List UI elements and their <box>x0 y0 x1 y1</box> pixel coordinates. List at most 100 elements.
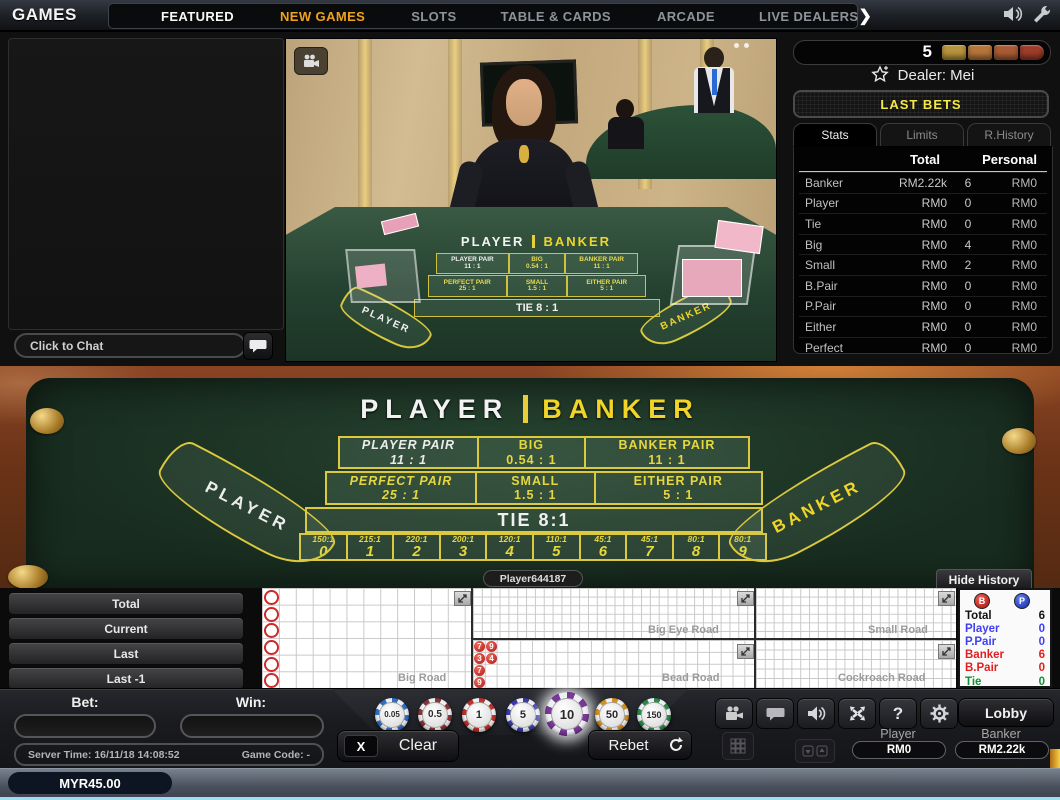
expand-big-road-icon[interactable] <box>454 591 471 606</box>
chip-0.05[interactable]: 0.05 <box>375 698 409 732</box>
player-title: PLAYER <box>360 394 509 425</box>
nav-more-chevron-icon[interactable]: ❯ <box>858 6 871 26</box>
decor-glow <box>1050 749 1060 769</box>
tab-rhistory[interactable]: R.History <box>967 123 1051 146</box>
big-eye-road-label: Big Eye Road <box>648 624 719 636</box>
road-view-current[interactable]: Current <box>8 617 244 640</box>
bet-spot-tie-5[interactable]: 110:15 <box>532 533 581 561</box>
bead-road-mark: 3 <box>474 653 485 664</box>
road-view-last-1[interactable]: Last -1 <box>8 667 244 690</box>
nav-item-new-games[interactable]: NEW GAMES <box>280 9 365 24</box>
help-button[interactable]: ? <box>879 698 917 729</box>
chip-0.5[interactable]: 0.5 <box>418 698 452 732</box>
last-bets-button[interactable]: LAST BETS <box>793 90 1049 118</box>
big-road-mark <box>264 590 279 605</box>
settings-wrench-icon[interactable] <box>1031 4 1051 29</box>
timer-segment <box>942 45 966 60</box>
bet-spot-either-pair[interactable]: EITHER PAIR 5 : 1 <box>594 471 763 505</box>
bet-spot-tie-4[interactable]: 120:14 <box>485 533 534 561</box>
volume-icon[interactable] <box>1002 5 1024 28</box>
video-toggle-button[interactable] <box>715 698 753 729</box>
bet-spot-tie-2[interactable]: 220:12 <box>392 533 441 561</box>
win-label: Win: <box>196 694 306 710</box>
stats-panel: Total Personal BankerRM2.22k6RM0 PlayerR… <box>793 146 1053 354</box>
clear-button[interactable]: X Clear <box>337 730 459 762</box>
bet-spot-player-pair[interactable]: PLAYER PAIR 11 : 1 <box>338 436 479 469</box>
nav-item-arcade[interactable]: ARCADE <box>657 9 715 24</box>
stats-row: B.PairRM00RM0 <box>799 275 1047 296</box>
chip-1[interactable]: 1 <box>462 698 496 732</box>
player-tag: Player644187 <box>483 570 583 587</box>
game-code: Game Code: - <box>242 749 310 761</box>
summary-row: Banker6 <box>960 649 1050 662</box>
favorite-star-icon[interactable] <box>870 65 890 85</box>
chat-bubble-icon <box>249 339 267 353</box>
expand-small-road-icon[interactable] <box>938 591 955 606</box>
small-road-label: Small Road <box>868 624 928 636</box>
tab-limits[interactable]: Limits <box>880 123 964 146</box>
bet-spot-tie-6[interactable]: 45:16 <box>579 533 628 561</box>
right-tabs: Stats Limits R.History <box>793 123 1051 146</box>
bet-spot-tie-1[interactable]: 215:11 <box>346 533 395 561</box>
nav-item-featured[interactable]: FEATURED <box>161 9 234 24</box>
tab-stats[interactable]: Stats <box>793 123 877 146</box>
bet-spot-small[interactable]: SMALL 1.5 : 1 <box>475 471 596 505</box>
nav-item-live-dealers[interactable]: LIVE DEALERS <box>759 9 858 24</box>
chip-150[interactable]: 150 <box>637 698 671 732</box>
chip-5[interactable]: 5 <box>506 698 540 732</box>
sound-button[interactable] <box>797 698 835 729</box>
roadmap-strip: Total Current Last Last -1 7 9 3 4 7 9 B… <box>0 588 1060 688</box>
expand-cockroach-road-icon[interactable] <box>938 644 955 659</box>
big-road-label: Big Road <box>398 672 446 684</box>
lobby-button[interactable]: Lobby <box>958 698 1054 727</box>
card-stack <box>682 259 742 297</box>
big-road-mark <box>264 640 279 655</box>
chat-input[interactable] <box>14 333 246 358</box>
rebet-button[interactable]: Rebet <box>588 730 692 760</box>
table-title: PLAYER BANKER <box>300 392 760 426</box>
staff2-head <box>616 99 634 119</box>
fullscreen-button[interactable] <box>838 698 876 729</box>
summary-row: Player0 <box>960 622 1050 635</box>
chat-send-button[interactable] <box>243 332 273 360</box>
camera-switch-button[interactable] <box>294 47 328 75</box>
road-view-total[interactable]: Total <box>8 592 244 615</box>
bet-spot-tie-8[interactable]: 80:18 <box>672 533 721 561</box>
status-bar: MYR45.00 <box>0 768 1060 798</box>
bet-spot-banker-pair[interactable]: BANKER PAIR 11 : 1 <box>584 436 750 469</box>
ceiling-light <box>744 43 749 48</box>
nav-menu: FEATURED NEW GAMES SLOTS TABLE & CARDS A… <box>108 3 858 29</box>
expand-bead-road-icon[interactable] <box>737 644 754 659</box>
bet-spot-tie-7[interactable]: 45:17 <box>625 533 674 561</box>
bet-spot-tie-3[interactable]: 200:13 <box>439 533 488 561</box>
banker-total-value: RM2.22k <box>955 741 1049 759</box>
bet-spot-big[interactable]: BIG 0.54 : 1 <box>477 436 586 469</box>
bet-spot-tie[interactable]: TIE 8:1 <box>305 507 763 533</box>
chip-50[interactable]: 50 <box>595 698 629 732</box>
road-view-last[interactable]: Last <box>8 642 244 665</box>
expand-big-eye-road-icon[interactable] <box>737 591 754 606</box>
nav-item-slots[interactable]: SLOTS <box>411 9 456 24</box>
clear-label: Clear <box>378 737 458 755</box>
tie-number-row: 150:10 215:11 220:12 200:13 120:14 110:1… <box>299 533 767 561</box>
stats-col-personal: Personal <box>982 152 1047 167</box>
grid-icon <box>730 738 746 754</box>
bead-road-mark: 4 <box>486 653 497 664</box>
chat-toggle-button[interactable] <box>756 698 794 729</box>
minimize-panels-button[interactable] <box>795 739 835 763</box>
road-summary-panel: B P Total6 Player0 P.Pair0 Banker6 B.Pai… <box>958 588 1052 688</box>
chip-10-selected[interactable]: 10 <box>545 692 589 736</box>
video-table-title: PLAYER BANKER <box>436 233 636 249</box>
chat-bubble-icon <box>766 707 785 721</box>
nav-item-table-cards[interactable]: TABLE & CARDS <box>501 9 611 24</box>
rebet-label: Rebet <box>589 737 668 754</box>
card-stack <box>355 263 387 288</box>
server-time: Server Time: 16/11/18 14:08:52 <box>28 749 180 761</box>
summary-row: P.Pair0 <box>960 635 1050 648</box>
video-bet-row1: PLAYER PAIR11 : 1 BIG0.54 : 1 BANKER PAI… <box>436 253 638 274</box>
settings-button[interactable] <box>920 698 958 729</box>
ceiling-light <box>734 43 739 48</box>
bet-spot-perfect-pair[interactable]: PERFECT PAIR 25 : 1 <box>325 471 477 505</box>
clear-x-icon: X <box>344 735 378 757</box>
roadmap-grid-button[interactable] <box>722 732 754 760</box>
